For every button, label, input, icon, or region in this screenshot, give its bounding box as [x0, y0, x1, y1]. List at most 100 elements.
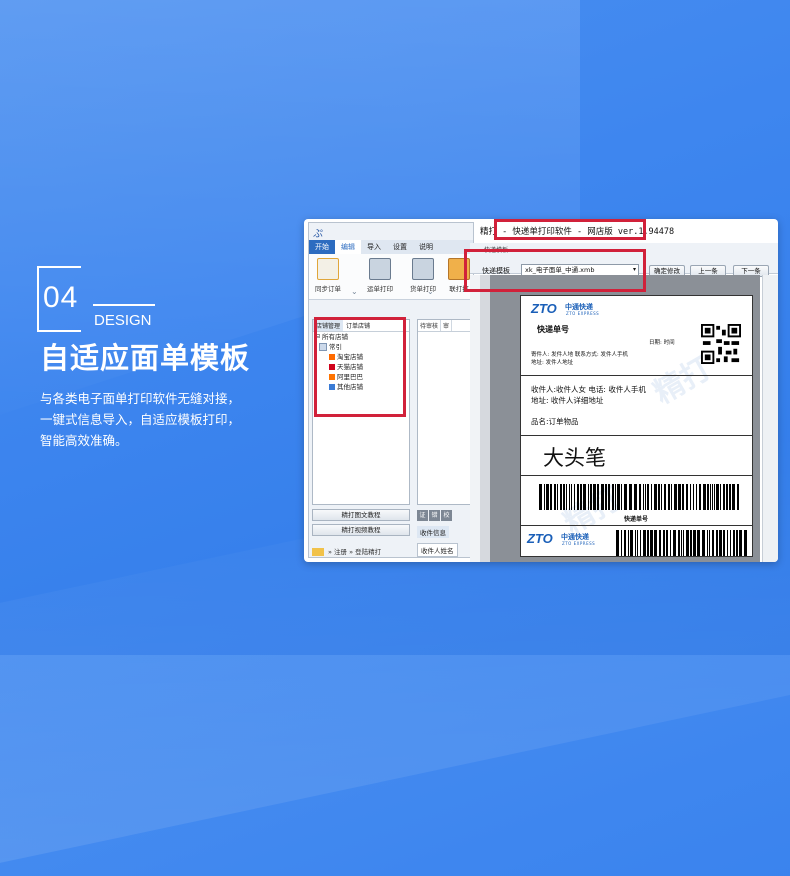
video-tutorial-button[interactable]: 精打视频教程 — [312, 524, 410, 536]
barcode-bar — [671, 484, 672, 510]
zto-logo: ZTO — [531, 301, 557, 316]
barcode-bar — [686, 530, 689, 556]
barcode-bar — [635, 530, 636, 556]
envelope-icon — [312, 548, 324, 556]
receiver-name-field[interactable]: 收件人姓名 — [417, 543, 458, 557]
tab-settings[interactable]: 设置 — [387, 240, 413, 254]
barcode-bar — [699, 484, 701, 510]
barcode-bar — [727, 530, 728, 556]
barcode-bar — [739, 530, 742, 556]
barcode-bar — [639, 484, 641, 510]
barcode-bar — [571, 484, 572, 510]
sender-section: ZTO 中通快递 ZTO EXPRESS 快递单号 寄件人: 发件人地 联系方式… — [521, 296, 752, 376]
column-header[interactable]: 审 — [441, 320, 453, 331]
barcode-bar — [707, 530, 708, 556]
graphic-tutorial-button[interactable]: 精打图文教程 — [312, 509, 410, 521]
barcode-bar — [569, 484, 570, 510]
section-description: 与各类电子面单打印软件无缝对接， 一键式信息导入，自适应模板打印， 智能高效准确… — [40, 388, 290, 451]
barcode-bar — [563, 484, 565, 510]
invoice-print-button[interactable]: 货单打印 — [404, 258, 442, 293]
sync-orders-button[interactable]: 同步订单 — [309, 258, 347, 293]
barcode-bar — [588, 484, 589, 510]
barcode-bar — [666, 530, 668, 556]
barcode-bar — [716, 530, 718, 556]
side-tab[interactable]: 校 — [441, 510, 452, 521]
barcode-bar — [730, 530, 731, 556]
barcode-bar — [658, 484, 660, 510]
side-tab[interactable]: 证 — [417, 510, 428, 521]
sender-info: 寄件人: 发件人地 联系方式: 发件人手机 — [531, 352, 628, 358]
barcode-bar — [616, 530, 619, 556]
barcode-bar — [605, 484, 607, 510]
barcode-bar — [678, 484, 681, 510]
tab-edit[interactable]: 编辑 — [335, 240, 361, 254]
barcode-bar — [719, 530, 722, 556]
barcode-bar — [726, 484, 728, 510]
barcode-bar — [645, 484, 646, 510]
vertical-scrollbar[interactable] — [762, 275, 778, 562]
barcode-bar — [647, 530, 649, 556]
barcode-bar — [668, 484, 670, 510]
barcode-bar — [615, 484, 616, 510]
title-highlight — [494, 219, 646, 240]
barcode-bar — [678, 530, 680, 556]
waybill-print-button[interactable]: 运单打印 — [361, 258, 399, 293]
section-word: DESIGN — [94, 312, 152, 329]
barcode-bar — [702, 530, 705, 556]
barcode-bar — [681, 530, 682, 556]
barcode-bar — [612, 484, 614, 510]
tracking-label: 快递单号 — [537, 325, 569, 334]
barcode-bar — [654, 484, 657, 510]
barcode-bar — [710, 484, 711, 510]
zto-english: ZTO EXPRESS — [562, 541, 596, 546]
barcode-bar — [539, 484, 542, 510]
barcode-bar — [640, 530, 641, 556]
barcode-bar — [550, 484, 552, 510]
tab-help[interactable]: 说明 — [413, 240, 439, 254]
app-logo-icon: ぷ — [313, 229, 323, 240]
column-header[interactable]: 待审核 — [418, 320, 442, 331]
barcode-bar — [736, 530, 738, 556]
tracking-barcode — [539, 484, 739, 510]
barcode-bar — [682, 484, 684, 510]
barcode-bar — [720, 484, 721, 510]
barcode-bar — [683, 530, 684, 556]
barcode-bar — [554, 484, 556, 510]
barcode-bar — [693, 530, 696, 556]
barcode-bar — [686, 484, 688, 510]
ribbon-tabs: 开始 编辑 导入 设置 说明 — [309, 240, 473, 254]
qr-code — [701, 324, 741, 364]
chevron-down-icon: ⌄ — [427, 287, 434, 296]
barcode-bar — [634, 484, 637, 510]
printer-icon — [369, 258, 391, 280]
barcode-bar — [630, 530, 633, 556]
description-line: 智能高效准确。 — [40, 433, 128, 448]
goods-name: 大头笔 — [543, 446, 606, 470]
stub-barcode — [616, 530, 747, 556]
barcode-bar — [709, 530, 710, 556]
description-line: 与各类电子面单打印软件无缝对接， — [40, 391, 241, 406]
barcode-bar — [577, 484, 579, 510]
barcode-bar — [673, 530, 676, 556]
tab-receiver-info[interactable]: 收件信息 — [417, 526, 449, 538]
barcode-bar — [617, 484, 620, 510]
sync-icon — [317, 258, 339, 280]
barcode-bar — [659, 530, 661, 556]
register-login-links[interactable]: » 注册 » 登陆精打 — [328, 548, 381, 556]
tab-start[interactable]: 开始 — [309, 240, 335, 254]
zto-logo: ZTO — [527, 531, 553, 546]
barcode-bar — [716, 484, 719, 510]
section-title: 自适应面单模板 — [40, 341, 251, 375]
barcode-bar — [714, 484, 715, 510]
barcode-bar — [557, 484, 558, 510]
template-highlight — [464, 249, 646, 292]
side-tab[interactable]: 错 — [429, 510, 440, 521]
barcode-bar — [654, 530, 657, 556]
barcode-bar — [696, 484, 697, 510]
tab-import[interactable]: 导入 — [361, 240, 387, 254]
barcode-bar — [732, 484, 735, 510]
barcode-bar — [643, 530, 646, 556]
barcode-bar — [690, 484, 691, 510]
barcode-bar — [712, 484, 713, 510]
barcode-bar — [664, 484, 666, 510]
